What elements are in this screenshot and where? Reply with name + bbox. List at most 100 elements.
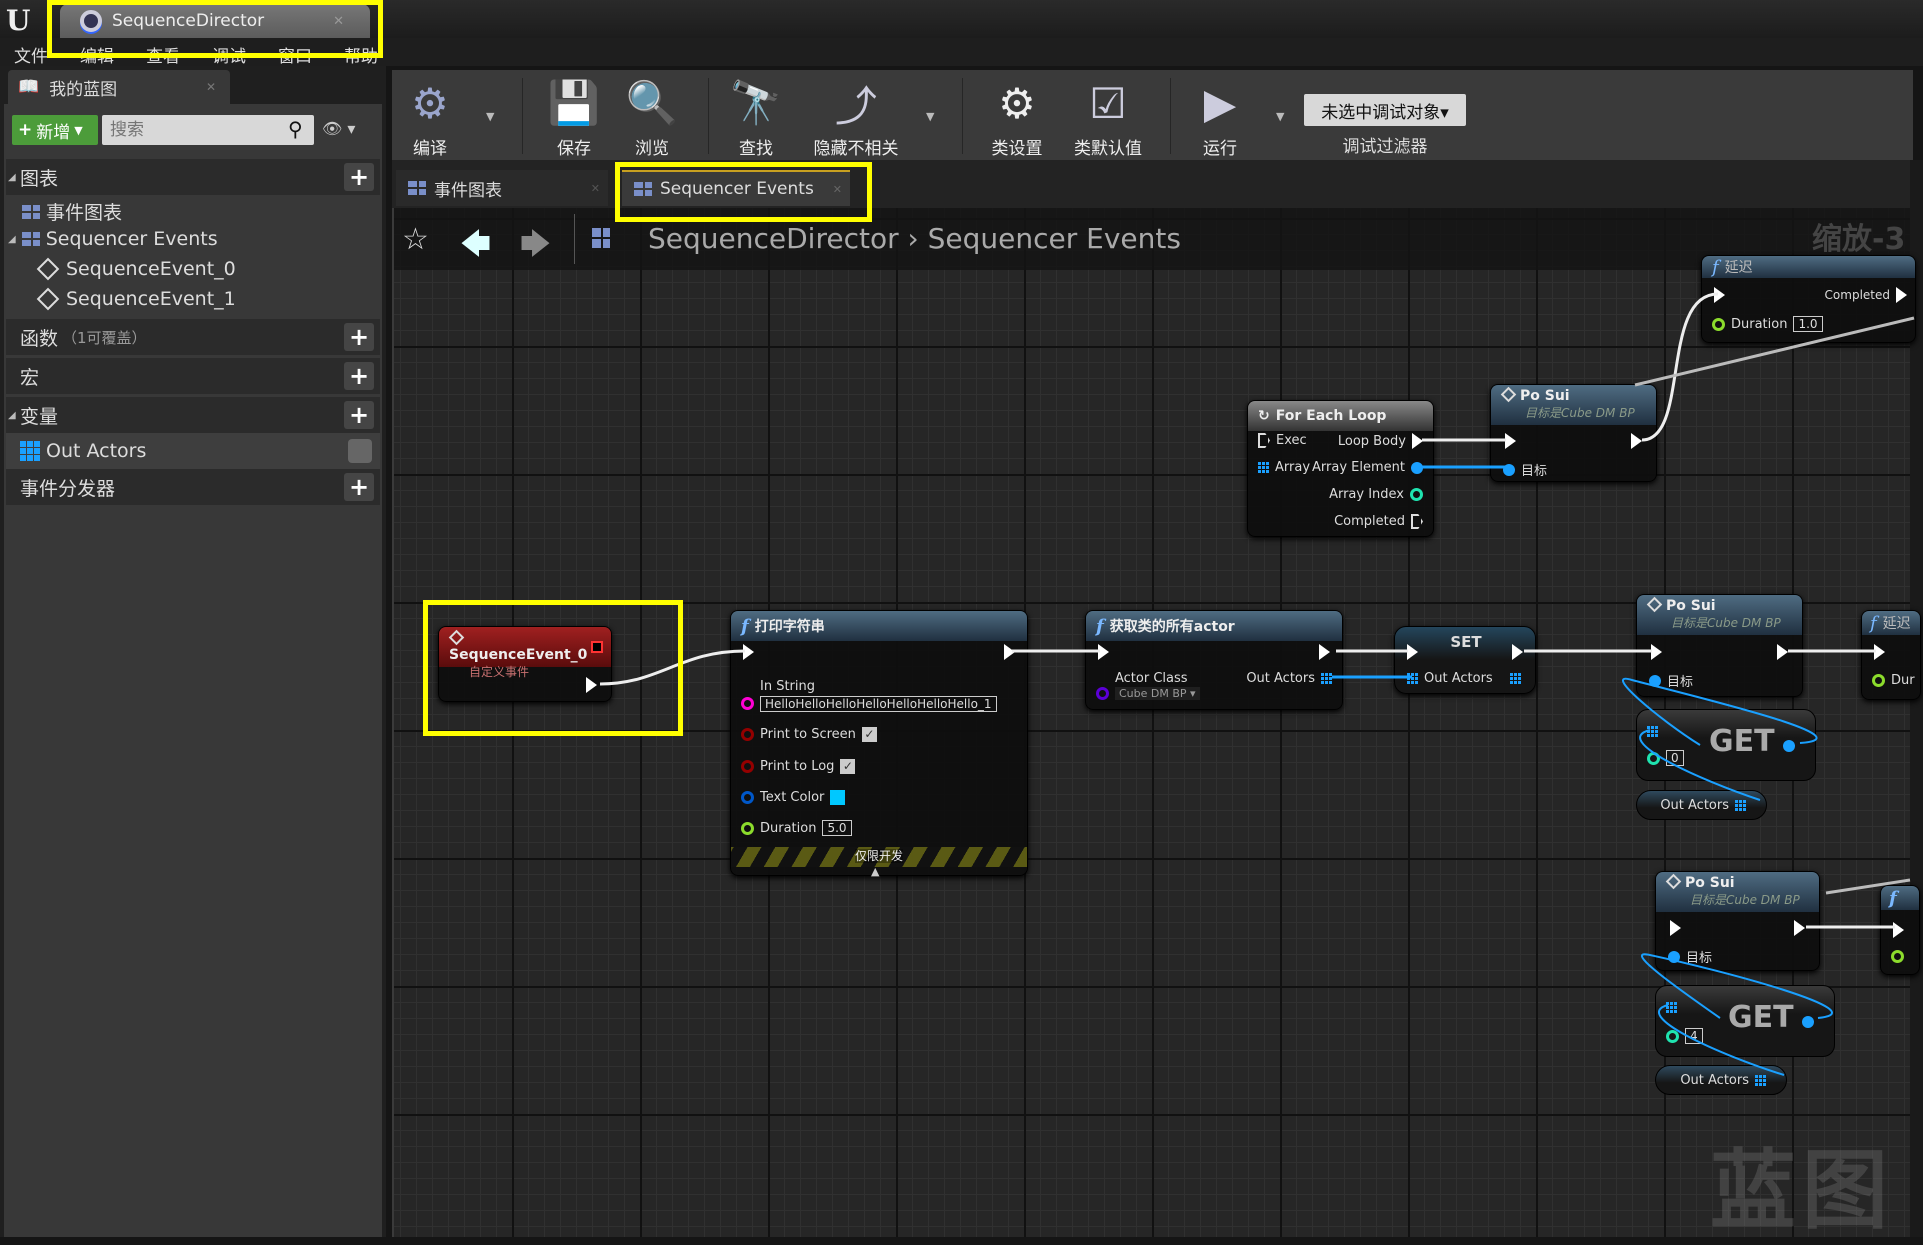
collapse-arrow-icon[interactable]: ▲ bbox=[871, 865, 879, 878]
forward-arrow-icon[interactable]: 🡆 bbox=[520, 222, 551, 273]
po-sui-node[interactable]: Po Sui 目标是Cube DM BP 目标 bbox=[1490, 384, 1657, 482]
exec-out-pin[interactable] bbox=[1004, 644, 1015, 660]
compile-button[interactable]: ⚙ 编译 bbox=[400, 72, 460, 160]
completed-pin[interactable]: Completed bbox=[1825, 287, 1907, 303]
close-icon[interactable]: ✕ bbox=[591, 182, 600, 195]
section-event-dispatchers[interactable]: 事件分发器 + bbox=[6, 469, 380, 505]
duration-pin[interactable]: Duration 5.0 bbox=[741, 820, 852, 836]
class-settings-button[interactable]: ⚙ 类设置 bbox=[982, 72, 1052, 160]
add-macro-button[interactable]: + bbox=[344, 362, 374, 390]
class-defaults-button[interactable]: ☑ 类默认值 bbox=[1068, 72, 1148, 160]
exec-out-pin[interactable] bbox=[586, 677, 597, 693]
out-actors-pin[interactable]: Out Actors bbox=[1246, 671, 1332, 686]
delay-node-partial[interactable]: f 延迟 Dur bbox=[1861, 610, 1921, 700]
array-pin-icon[interactable] bbox=[1735, 799, 1746, 811]
custom-event-node[interactable]: SequenceEvent_0 自定义事件 bbox=[438, 626, 612, 702]
section-graphs[interactable]: ◢ 图表 + bbox=[6, 159, 380, 195]
hide-unrelated-dropdown-icon[interactable]: ▼ bbox=[926, 110, 934, 123]
exec-in-pin[interactable]: Exec bbox=[1258, 433, 1307, 448]
array-pin-icon[interactable] bbox=[1755, 1074, 1766, 1086]
play-dropdown-icon[interactable]: ▼ bbox=[1276, 110, 1284, 123]
browse-button[interactable]: 🔍 浏览 bbox=[622, 72, 682, 159]
duration-input[interactable]: 1.0 bbox=[1793, 316, 1823, 332]
in-string-pin[interactable]: In String HelloHelloHelloHelloHelloHelloH… bbox=[741, 679, 997, 712]
close-icon[interactable]: ✕ bbox=[206, 80, 216, 94]
play-button[interactable]: ▶ 运行 bbox=[1190, 72, 1250, 160]
graph-item-sequencer-events[interactable]: ◢ Sequencer Events bbox=[8, 228, 218, 250]
index-pin[interactable]: 4 bbox=[1666, 1028, 1703, 1044]
section-variables[interactable]: ◢ 变量 + bbox=[6, 397, 380, 433]
object-out-pin[interactable] bbox=[1802, 1016, 1814, 1028]
add-dispatcher-button[interactable]: + bbox=[344, 473, 374, 501]
print-to-log-pin[interactable]: Print to Log ✓ bbox=[741, 759, 856, 774]
section-macros[interactable]: 宏 + bbox=[6, 358, 380, 394]
print-to-screen-checkbox[interactable]: ✓ bbox=[861, 727, 877, 742]
array-in-pin[interactable]: Array bbox=[1258, 460, 1310, 475]
object-out-pin[interactable] bbox=[1783, 740, 1795, 752]
array-get-node[interactable]: 4 GET bbox=[1655, 985, 1835, 1057]
back-arrow-icon[interactable]: 🡄 bbox=[460, 222, 491, 273]
debug-object-select[interactable]: 未选中调试对象▾ bbox=[1304, 94, 1466, 126]
out-actors-variable-node[interactable]: Out Actors bbox=[1655, 1065, 1787, 1095]
duration-pin[interactable]: Dur bbox=[1872, 673, 1915, 688]
print-string-node[interactable]: f 打印字符串 In String HelloHelloHelloHelloHell… bbox=[730, 610, 1028, 878]
document-tab[interactable]: SequenceDirector ✕ bbox=[60, 4, 370, 38]
close-icon[interactable]: ✕ bbox=[333, 14, 344, 29]
set-variable-node[interactable]: SET Out Actors bbox=[1394, 626, 1536, 694]
search-icon[interactable]: ⚲ bbox=[288, 117, 303, 141]
exec-in-pin[interactable] bbox=[1505, 433, 1516, 449]
add-graph-button[interactable]: + bbox=[344, 163, 374, 191]
array-index-pin[interactable]: Array Index bbox=[1329, 487, 1423, 502]
duration-pin[interactable]: Duration 1.0 bbox=[1712, 316, 1823, 332]
text-color-pin[interactable]: Text Color bbox=[741, 790, 846, 805]
array-get-node[interactable]: 0 GET bbox=[1636, 709, 1816, 781]
completed-pin[interactable]: Completed bbox=[1334, 514, 1423, 529]
add-new-button[interactable]: + 新增 ▼ bbox=[12, 115, 98, 145]
breadcrumb-root[interactable]: SequenceDirector bbox=[648, 222, 899, 255]
for-each-loop-node[interactable]: ↻ For Each Loop Exec Array Loop Body Arra… bbox=[1247, 400, 1434, 537]
favorite-star-icon[interactable]: ☆ bbox=[402, 222, 429, 257]
exec-in-pin[interactable] bbox=[1407, 644, 1418, 660]
section-functions[interactable]: 函数 （1可覆盖） + bbox=[6, 319, 380, 355]
float-pin-icon[interactable] bbox=[1891, 950, 1904, 963]
exec-in-pin[interactable] bbox=[1893, 922, 1904, 938]
exec-out-pin[interactable] bbox=[1512, 644, 1523, 660]
view-options-eye-icon[interactable]: 👁 ▾ bbox=[322, 119, 355, 138]
out-actors-input-pin[interactable]: Out Actors bbox=[1407, 671, 1493, 686]
add-function-button[interactable]: + bbox=[344, 323, 374, 351]
graph-item-event-graph[interactable]: 事件图表 bbox=[22, 198, 122, 225]
print-to-log-checkbox[interactable]: ✓ bbox=[840, 759, 856, 774]
target-pin[interactable]: 目标 bbox=[1668, 947, 1712, 966]
search-input[interactable] bbox=[102, 115, 314, 145]
add-variable-button[interactable]: + bbox=[344, 401, 374, 429]
exec-out-pin[interactable] bbox=[1631, 433, 1642, 449]
po-sui-node[interactable]: Po Sui 目标是Cube DM BP 目标 bbox=[1655, 871, 1820, 971]
index-pin[interactable]: 0 bbox=[1647, 750, 1684, 766]
po-sui-node[interactable]: Po Sui 目标是Cube DM BP 目标 bbox=[1636, 594, 1803, 697]
delegate-pin[interactable] bbox=[591, 641, 603, 653]
array-element-pin[interactable]: Array Element bbox=[1312, 460, 1423, 475]
target-pin[interactable]: 目标 bbox=[1649, 671, 1693, 690]
tab-event-graph[interactable]: 事件图表 ✕ bbox=[396, 170, 608, 206]
exec-in-pin[interactable] bbox=[743, 644, 754, 660]
exec-in-pin[interactable] bbox=[1874, 644, 1885, 660]
exec-in-pin[interactable] bbox=[1670, 920, 1681, 936]
get-all-actors-of-class-node[interactable]: f 获取类的所有actor Actor Class Cube DM BP ▾ Out… bbox=[1085, 610, 1343, 710]
exec-in-pin[interactable] bbox=[1651, 644, 1662, 660]
exec-out-pin[interactable] bbox=[1794, 920, 1805, 936]
exec-out-pin[interactable] bbox=[1319, 644, 1330, 660]
close-icon[interactable]: ✕ bbox=[833, 183, 842, 196]
save-button[interactable]: 💾 保存 bbox=[544, 72, 604, 159]
array-pin-icon[interactable] bbox=[1666, 1002, 1677, 1013]
menu-help[interactable]: 帮助 bbox=[330, 38, 396, 67]
exec-in-pin[interactable] bbox=[1714, 287, 1725, 303]
delay-node[interactable]: f 延迟 Completed Duration 1.0 bbox=[1701, 255, 1916, 343]
menu-debug[interactable]: 调试 bbox=[198, 38, 264, 67]
visibility-toggle-icon[interactable] bbox=[348, 439, 372, 463]
compile-dropdown-icon[interactable]: ▼ bbox=[486, 110, 494, 123]
array-output-pin[interactable] bbox=[1510, 673, 1521, 684]
event-item-0[interactable]: SequenceEvent_0 bbox=[36, 257, 236, 281]
text-color-swatch[interactable] bbox=[830, 790, 846, 805]
exec-in-pin[interactable] bbox=[1098, 644, 1109, 660]
menu-window[interactable]: 窗口 bbox=[264, 38, 330, 67]
